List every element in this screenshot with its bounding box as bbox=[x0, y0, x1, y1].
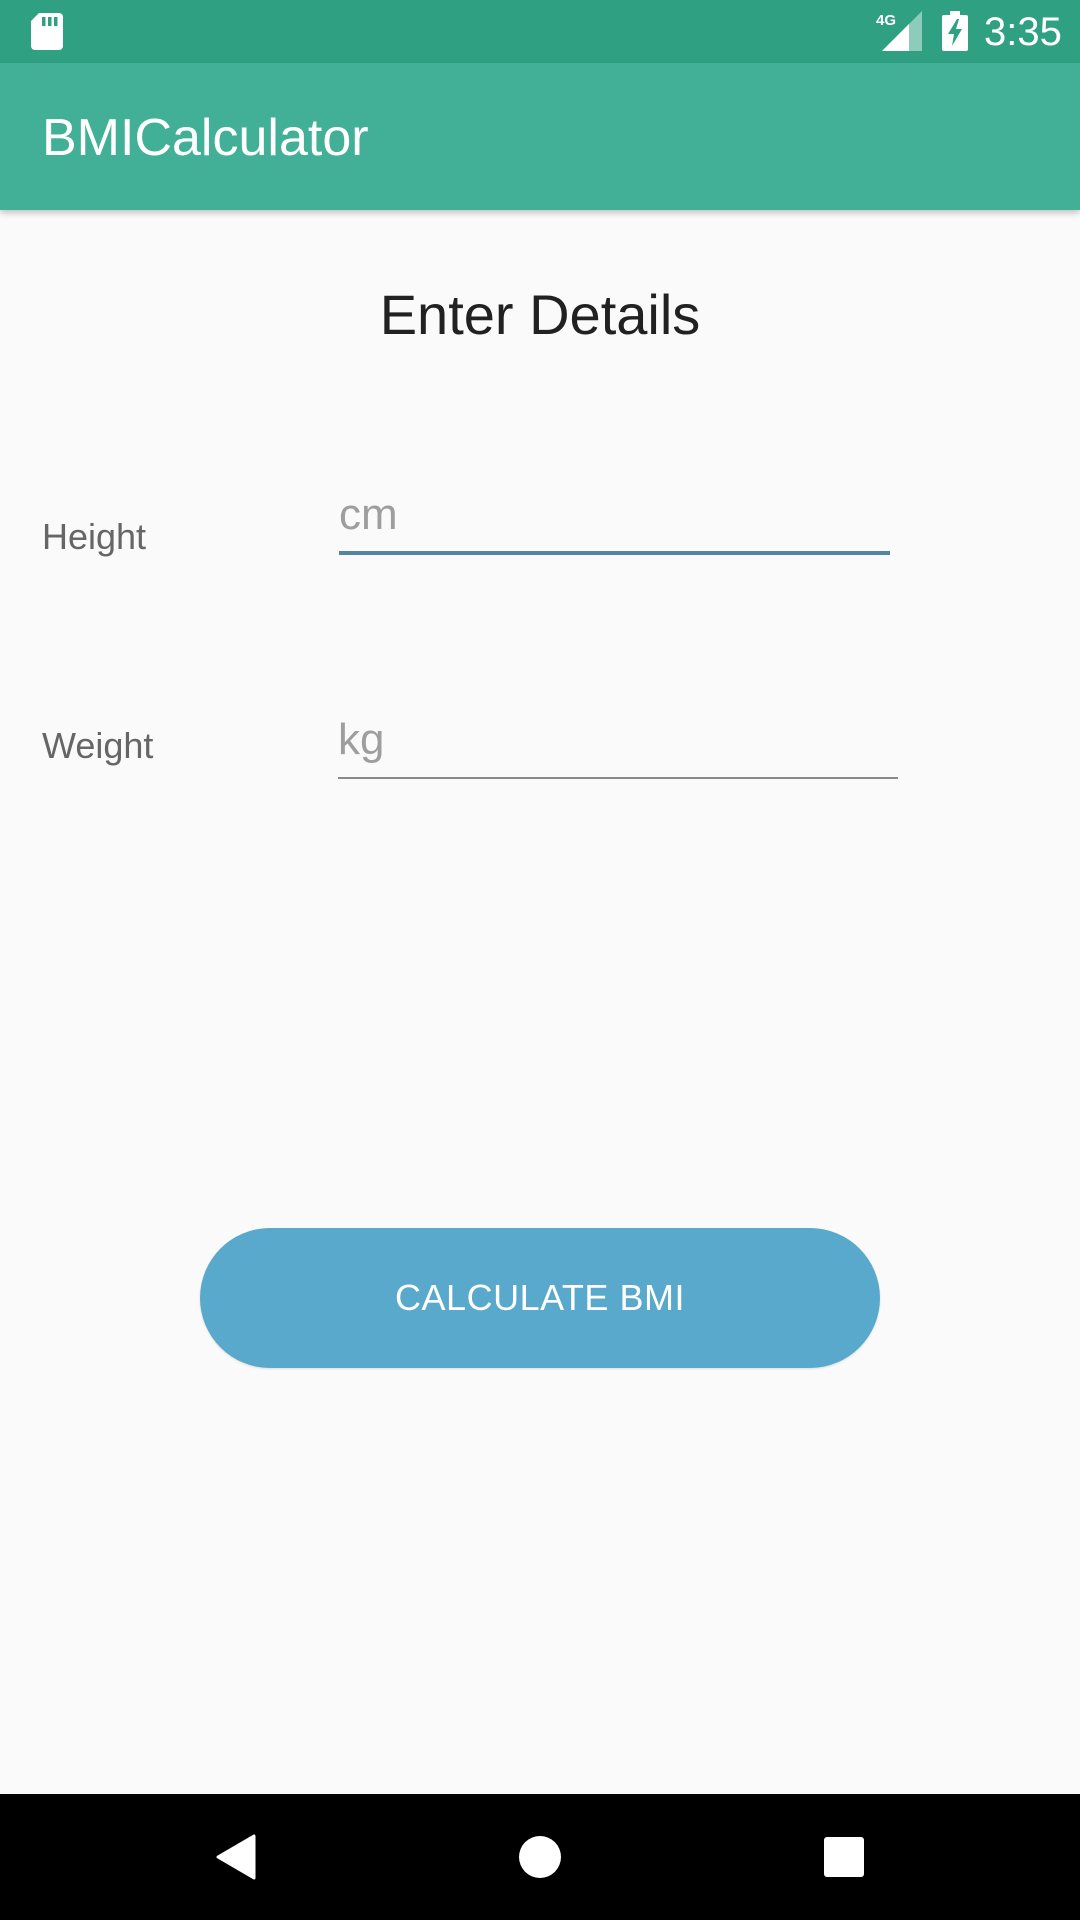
app-title: BMICalculator bbox=[42, 109, 369, 167]
home-icon bbox=[519, 1836, 561, 1878]
app-bar: BMICalculator bbox=[0, 63, 1080, 210]
bmi-form: Enter Details Height Weight CALCULATE BM… bbox=[0, 210, 1080, 1794]
height-label: Height bbox=[42, 516, 147, 557]
sd-card-icon bbox=[31, 13, 63, 50]
height-input-underline bbox=[339, 551, 890, 555]
signal-4g-icon: 4G bbox=[876, 11, 922, 51]
back-icon bbox=[216, 1834, 256, 1880]
nav-recents-button[interactable] bbox=[784, 1794, 904, 1920]
navigation-bar bbox=[0, 1794, 1080, 1920]
nav-back-button[interactable] bbox=[176, 1794, 296, 1920]
weight-input-underline bbox=[338, 777, 898, 779]
nav-home-button[interactable] bbox=[480, 1794, 600, 1920]
weight-label: Weight bbox=[42, 725, 154, 766]
weight-input[interactable] bbox=[338, 711, 898, 769]
battery-charging-icon bbox=[942, 11, 968, 51]
status-bar: 4G 3:35 bbox=[0, 0, 1080, 63]
network-type-label: 4G bbox=[876, 12, 896, 29]
form-heading: Enter Details bbox=[379, 283, 701, 346]
recents-icon bbox=[824, 1837, 864, 1877]
status-time: 3:35 bbox=[984, 10, 1062, 54]
height-input[interactable] bbox=[339, 486, 890, 544]
calculate-bmi-button[interactable]: CALCULATE BMI bbox=[200, 1228, 880, 1368]
